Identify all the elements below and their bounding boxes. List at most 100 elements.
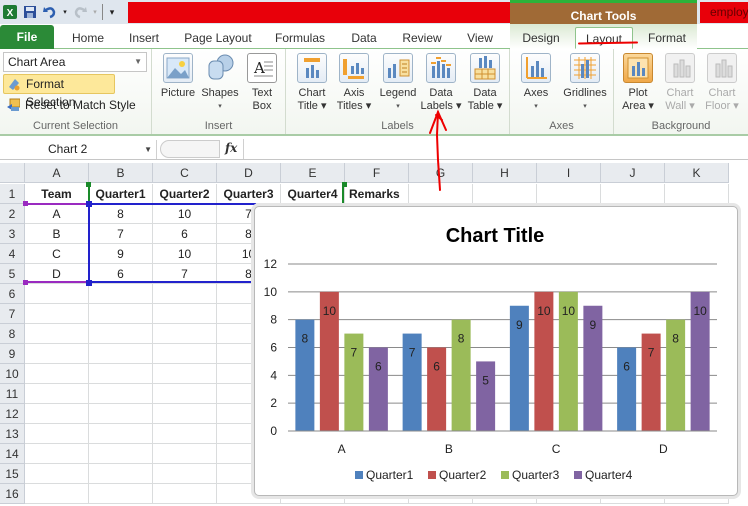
legend-swatch-quarter3[interactable] (501, 471, 509, 479)
cell-a9[interactable] (25, 344, 89, 364)
reset-to-match-style-button[interactable]: Reset to Match Style (3, 96, 136, 116)
tab-format[interactable]: Format (640, 27, 694, 49)
cell-b8[interactable] (89, 324, 153, 344)
cell-b14[interactable] (89, 444, 153, 464)
row-header-2[interactable]: 2 (0, 204, 25, 224)
cell-c6[interactable] (153, 284, 217, 304)
y-tick-label[interactable]: 8 (270, 313, 277, 327)
plot-area-button[interactable]: Plot Area ▾ (618, 53, 658, 113)
cell-b11[interactable] (89, 384, 153, 404)
cell-b16[interactable] (89, 484, 153, 504)
data-label[interactable]: 7 (409, 346, 416, 360)
text-box-button[interactable]: A Text Box (242, 53, 282, 113)
row-header-16[interactable]: 16 (0, 484, 25, 504)
column-header-j[interactable]: J (601, 163, 665, 183)
cell-a12[interactable] (25, 404, 89, 424)
tab-review[interactable]: Review (396, 27, 448, 49)
data-labels-button[interactable]: Data Labels ▾ (420, 53, 462, 113)
legend-label-quarter3[interactable]: Quarter3 (512, 468, 560, 482)
cell-a13[interactable] (25, 424, 89, 444)
excel-logo-icon[interactable]: X (2, 4, 18, 20)
x-tick-label[interactable]: B (445, 442, 453, 456)
cell-a16[interactable] (25, 484, 89, 504)
cell-f1[interactable]: Remarks (345, 184, 409, 204)
row-header-9[interactable]: 9 (0, 344, 25, 364)
tab-page-layout[interactable]: Page Layout (178, 27, 258, 49)
y-tick-label[interactable]: 4 (270, 368, 277, 382)
cell-b13[interactable] (89, 424, 153, 444)
cell-b15[interactable] (89, 464, 153, 484)
cell-a14[interactable] (25, 444, 89, 464)
tab-layout[interactable]: Layout (575, 27, 633, 49)
tab-file[interactable]: File (0, 25, 54, 49)
cell-b9[interactable] (89, 344, 153, 364)
cell-i1[interactable] (537, 184, 601, 204)
tab-data[interactable]: Data (340, 27, 388, 49)
chart-title[interactable]: Chart Title (446, 225, 545, 247)
column-header-a[interactable]: A (25, 163, 89, 183)
row-header-4[interactable]: 4 (0, 244, 25, 264)
column-header-i[interactable]: I (537, 163, 601, 183)
formula-bar-resize-handle[interactable] (160, 140, 220, 158)
legend-label-quarter2[interactable]: Quarter2 (439, 468, 487, 482)
column-header-f[interactable]: F (345, 163, 409, 183)
legend-swatch-quarter1[interactable] (355, 471, 363, 479)
row-header-10[interactable]: 10 (0, 364, 25, 384)
chart-title-button[interactable]: Chart Title ▾ (292, 53, 332, 113)
data-label[interactable]: 8 (672, 332, 679, 346)
data-label[interactable]: 9 (516, 318, 523, 332)
cell-c8[interactable] (153, 324, 217, 344)
save-icon[interactable] (22, 4, 38, 20)
legend-swatch-quarter4[interactable] (574, 471, 582, 479)
cell-a6[interactable] (25, 284, 89, 304)
row-header-7[interactable]: 7 (0, 304, 25, 324)
column-header-c[interactable]: C (153, 163, 217, 183)
data-label[interactable]: 7 (351, 346, 358, 360)
chart-area[interactable]: Chart Title 0 2 4 6 8 10 12 8 10 7 6 A 7 6 8 5 B 9 10 10 9 C 6 7… (254, 206, 738, 496)
cell-h1[interactable] (473, 184, 537, 204)
data-label[interactable]: 5 (482, 373, 489, 387)
cell-a10[interactable] (25, 364, 89, 384)
picture-button[interactable]: Picture (158, 53, 198, 100)
x-tick-label[interactable]: C (552, 442, 561, 456)
data-table-button[interactable]: Data Table ▾ (464, 53, 506, 113)
data-label[interactable]: 10 (562, 304, 576, 318)
x-tick-label[interactable]: A (338, 442, 346, 456)
cell-j1[interactable] (601, 184, 665, 204)
data-label[interactable]: 8 (302, 332, 309, 346)
cell-c14[interactable] (153, 444, 217, 464)
tab-insert[interactable]: Insert (120, 27, 168, 49)
legend-button[interactable]: Legend ▾ (376, 53, 420, 113)
row-header-8[interactable]: 8 (0, 324, 25, 344)
y-tick-label[interactable]: 12 (264, 257, 278, 271)
cell-c16[interactable] (153, 484, 217, 504)
data-label[interactable]: 6 (375, 360, 382, 374)
tab-home[interactable]: Home (64, 27, 112, 49)
cell-c9[interactable] (153, 344, 217, 364)
legend-swatch-quarter2[interactable] (428, 471, 436, 479)
cell-c11[interactable] (153, 384, 217, 404)
row-header-11[interactable]: 11 (0, 384, 25, 404)
cell-k1[interactable] (665, 184, 729, 204)
x-tick-label[interactable]: D (659, 442, 668, 456)
data-label[interactable]: 10 (693, 304, 707, 318)
axis-titles-button[interactable]: Axis Titles ▾ (334, 53, 374, 113)
data-label[interactable]: 7 (648, 346, 655, 360)
cell-c13[interactable] (153, 424, 217, 444)
y-tick-label[interactable]: 2 (270, 396, 277, 410)
column-header-d[interactable]: D (217, 163, 281, 183)
row-header-3[interactable]: 3 (0, 224, 25, 244)
cell-c15[interactable] (153, 464, 217, 484)
legend-label-quarter4[interactable]: Quarter4 (585, 468, 633, 482)
tab-design[interactable]: Design (514, 27, 568, 49)
cell-g1[interactable] (409, 184, 473, 204)
cell-b7[interactable] (89, 304, 153, 324)
row-header-1[interactable]: 1 (0, 184, 25, 204)
bar-quarter4-b[interactable] (476, 361, 496, 431)
column-header-h[interactable]: H (473, 163, 537, 183)
y-tick-label[interactable]: 0 (270, 424, 277, 438)
data-label[interactable]: 10 (537, 304, 551, 318)
row-header-6[interactable]: 6 (0, 284, 25, 304)
data-label[interactable]: 10 (323, 304, 337, 318)
column-header-b[interactable]: B (89, 163, 153, 183)
